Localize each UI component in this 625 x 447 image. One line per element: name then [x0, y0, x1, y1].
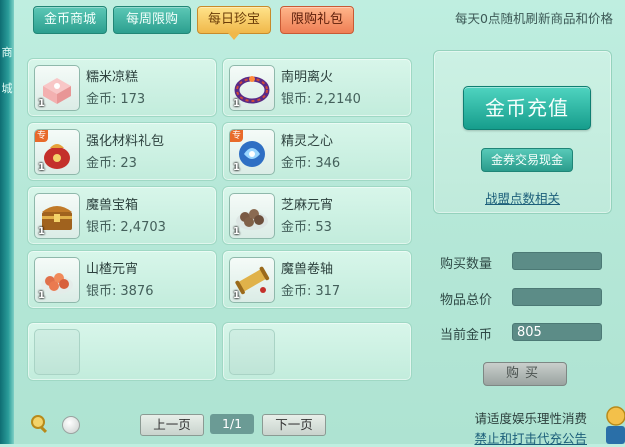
item-price: 金币: 53 [281, 216, 332, 235]
item-price: 金币: 317 [281, 280, 340, 299]
current-gold-label: 当前金币 [440, 328, 493, 343]
exclusive-tag: 专 [35, 130, 49, 142]
moderation-notice: 请适度娱乐理性消费 [474, 411, 587, 426]
item-card[interactable]: 1 山楂元宵 银币: 3876 [27, 250, 217, 309]
item-slot[interactable]: 1 [229, 65, 275, 111]
item-card[interactable]: 专 1 精灵之心 金币: 346 [222, 122, 412, 181]
item-name: 糯米凉糕 [86, 70, 139, 85]
price-currency: 银币: [281, 92, 312, 107]
item-qty: 1 [38, 290, 45, 301]
item-price: 金币: 23 [86, 152, 137, 171]
item-name: 精灵之心 [281, 134, 334, 149]
voucher-exchange-button[interactable]: 金券交易现金 [481, 148, 573, 172]
total-price-label: 物品总价 [440, 293, 493, 308]
item-qty: 1 [233, 226, 240, 237]
alliance-points-link[interactable]: 战盟点数相关 [485, 188, 560, 207]
price-amount: 23 [120, 156, 137, 171]
circle-toggle-icon[interactable] [62, 416, 80, 434]
item-price: 银币: 2,4703 [86, 216, 166, 235]
item-slot[interactable]: 1 [229, 193, 275, 239]
price-amount: 2,4703 [120, 220, 166, 235]
empty-item-card [222, 322, 412, 381]
next-page-button[interactable]: 下一页 [262, 414, 326, 436]
item-name: 芝麻元宵 [281, 198, 334, 213]
tab-limited-gift[interactable]: 限购礼包 [280, 6, 354, 34]
left-edge-char: 城 [1, 82, 13, 95]
left-edge-char: 商 [1, 46, 13, 59]
quantity-label: 购买数量 [440, 257, 493, 272]
item-card[interactable]: 1 魔兽卷轴 金币: 317 [222, 250, 412, 309]
item-price: 银币: 2,2140 [281, 88, 361, 107]
buy-button[interactable]: 购买 [483, 362, 567, 386]
item-slot[interactable]: 1 [34, 257, 80, 303]
price-currency: 金币: [281, 220, 312, 235]
left-edge-panel: 商 城 [0, 0, 14, 444]
item-qty: 1 [233, 98, 240, 109]
anti-proxy-notice-link[interactable]: 禁止和打击代充公告 [474, 428, 587, 447]
item-card[interactable]: 专 1 强化材料礼包 金币: 23 [27, 122, 217, 181]
empty-slot [34, 329, 80, 375]
empty-item-card [27, 322, 217, 381]
price-currency: 银币: [86, 284, 117, 299]
price-currency: 金币: [86, 92, 117, 107]
item-price: 银币: 3876 [86, 280, 153, 299]
refresh-notice: 每天0点随机刷新商品和价格 [455, 11, 613, 26]
gold-recharge-button[interactable]: 金币充值 [463, 86, 591, 130]
item-name: 魔兽卷轴 [281, 262, 334, 277]
item-slot[interactable]: 专 1 [229, 129, 275, 175]
price-amount: 2,2140 [315, 92, 361, 107]
item-qty: 1 [38, 98, 45, 109]
item-slot[interactable]: 1 [34, 65, 80, 111]
page-indicator: 1/1 [210, 414, 254, 434]
magnifier-icon[interactable] [30, 414, 50, 434]
empty-slot [229, 329, 275, 375]
item-qty: 1 [38, 226, 45, 237]
item-slot[interactable]: 1 [34, 193, 80, 239]
item-qty: 1 [233, 290, 240, 301]
price-amount: 346 [315, 156, 341, 171]
exclusive-tag: 专 [230, 130, 244, 142]
quantity-input[interactable] [512, 252, 602, 270]
corner-character-icon [606, 406, 625, 444]
item-qty: 1 [38, 162, 45, 173]
tab-weekly-limited[interactable]: 每周限购 [113, 6, 191, 34]
item-card[interactable]: 1 糯米凉糕 金币: 173 [27, 58, 217, 117]
tab-daily-treasure[interactable]: 每日珍宝 [197, 6, 271, 40]
item-name: 南明离火 [281, 70, 334, 85]
price-currency: 银币: [86, 220, 117, 235]
item-price: 金币: 346 [281, 152, 340, 171]
price-amount: 53 [315, 220, 332, 235]
item-name: 魔兽宝箱 [86, 198, 139, 213]
current-gold-field: 805 [512, 323, 602, 341]
price-currency: 金币: [86, 156, 117, 171]
price-currency: 金币: [281, 156, 312, 171]
item-slot[interactable]: 专 1 [34, 129, 80, 175]
price-amount: 3876 [120, 284, 154, 299]
item-price: 金币: 173 [86, 88, 145, 107]
price-amount: 173 [120, 92, 146, 107]
item-card[interactable]: 1 芝麻元宵 金币: 53 [222, 186, 412, 245]
item-qty: 1 [233, 162, 240, 173]
item-name: 山楂元宵 [86, 262, 139, 277]
price-currency: 金币: [281, 284, 312, 299]
item-name: 强化材料礼包 [86, 134, 165, 149]
item-card[interactable]: 1 南明离火 银币: 2,2140 [222, 58, 412, 117]
prev-page-button[interactable]: 上一页 [140, 414, 204, 436]
item-slot[interactable]: 1 [229, 257, 275, 303]
item-card[interactable]: 1 魔兽宝箱 银币: 2,4703 [27, 186, 217, 245]
tab-gold-mall[interactable]: 金币商城 [33, 6, 107, 34]
price-amount: 317 [315, 284, 341, 299]
total-price-field [512, 288, 602, 306]
